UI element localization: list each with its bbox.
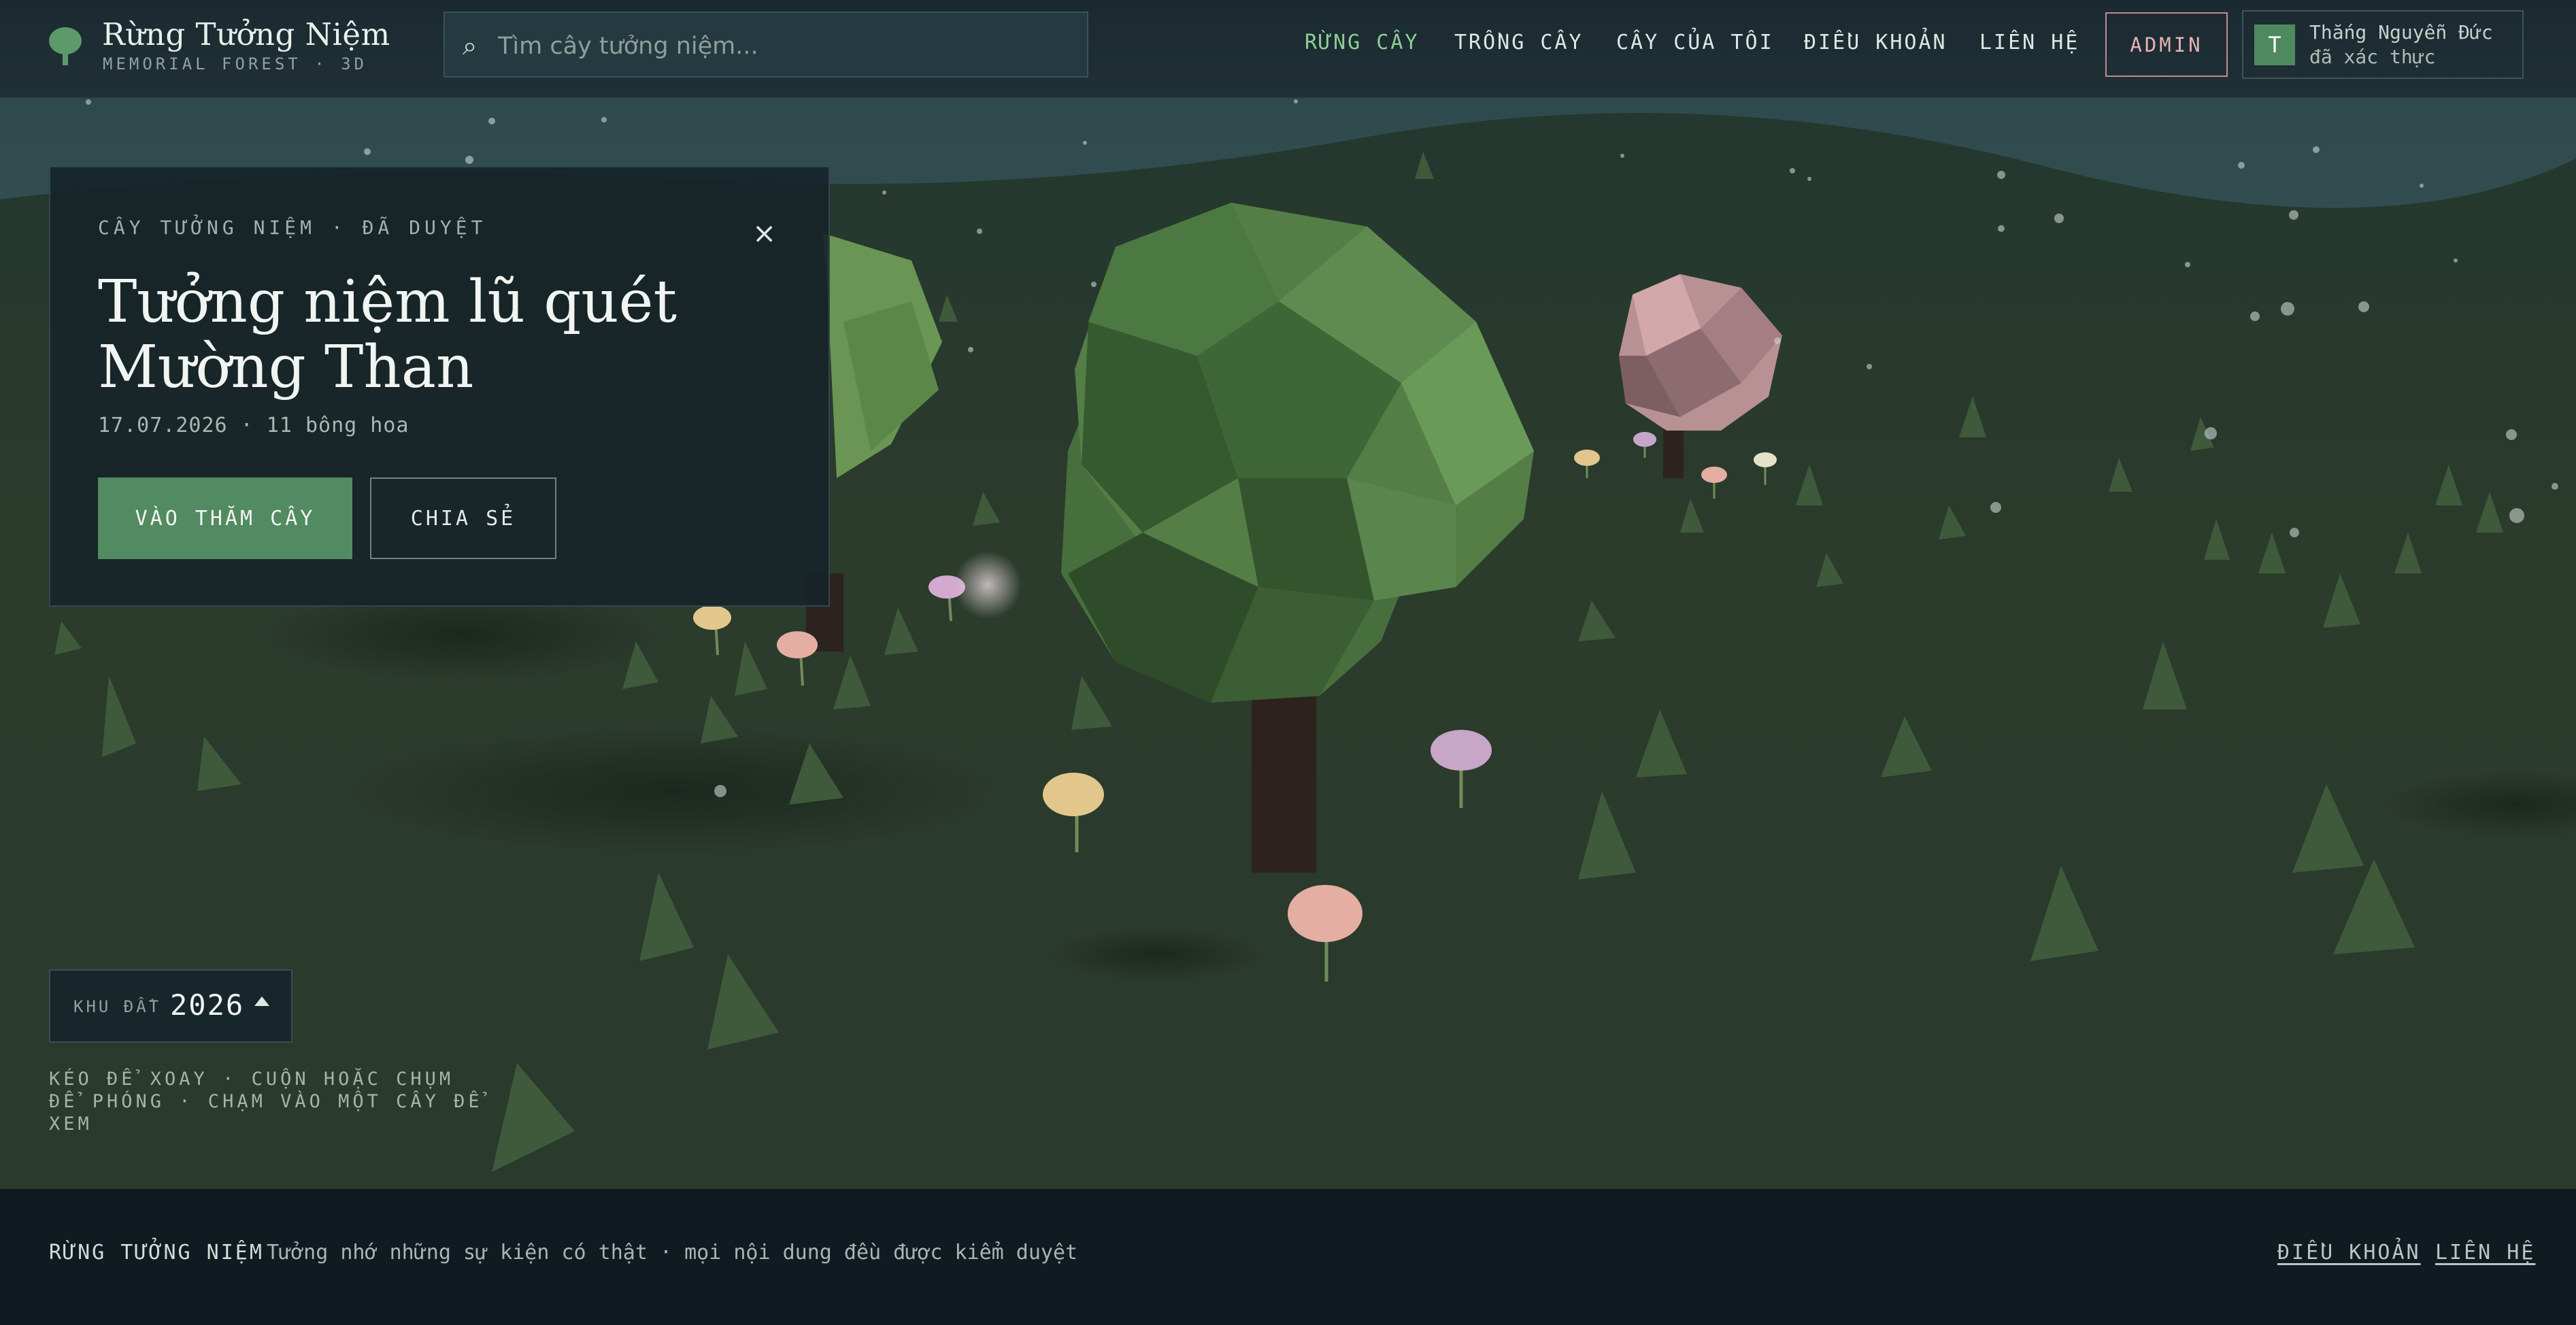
plot-label: KHU ĐẤT [73, 997, 162, 1016]
nav-plant-tree[interactable]: TRỒNG CÂY [1454, 31, 1584, 54]
top-bar: Rừng Tưởng Niệm MEMORIAL FOREST · 3D ⌕ R… [0, 0, 2576, 99]
admin-button[interactable]: ADMIN [2105, 12, 2228, 77]
plot-year-selector[interactable]: KHU ĐẤT 2026 [49, 969, 292, 1043]
tree-logo-icon[interactable] [48, 26, 83, 67]
tree-title-line-2: Mường Than [98, 333, 474, 401]
user-menu[interactable]: T Thắng Nguyễn Đức đã xác thực [2242, 10, 2524, 79]
footer-brand: RỪNG TƯỞNG NIỆM [49, 1241, 264, 1264]
plot-year: 2026 [170, 988, 245, 1022]
nav-contact[interactable]: LIÊN HỆ [1979, 31, 2079, 54]
avatar: T [2254, 24, 2295, 65]
nav-forest[interactable]: RỪNG CÂY [1305, 31, 1420, 54]
footer-note: Tưởng nhớ những sự kiện có thật · mọi nộ… [267, 1241, 1078, 1264]
share-button[interactable]: CHIA SẺ [370, 477, 556, 559]
visit-tree-button[interactable]: VÀO THĂM CÂY [98, 477, 352, 559]
tree-meta: 17.07.2026 · 11 bông hoa [98, 414, 409, 437]
search-box[interactable]: ⌕ [444, 12, 1088, 78]
app-subtitle: MEMORIAL FOREST · 3D [103, 54, 367, 73]
footer-link-contact[interactable]: LIÊN HỆ [2435, 1241, 2535, 1264]
controls-hint: KÉO ĐỂ XOAY · CUỘN HOẶC CHỤM ĐỂ PHÓNG · … [49, 1069, 483, 1135]
nav-my-trees[interactable]: CÂY CỦA TÔI [1616, 31, 1774, 54]
close-icon[interactable]: × [752, 216, 776, 250]
tree-title-line-1: Tưởng niệm lũ quét [98, 268, 678, 336]
app-title[interactable]: Rừng Tưởng Niệm [102, 16, 390, 52]
caret-up-icon[interactable] [254, 996, 269, 1006]
user-status: đã xác thực [2309, 46, 2436, 68]
tree-title: Tưởng niệm lũ quét Mường Than [98, 269, 778, 400]
footer-link-terms[interactable]: ĐIỀU KHOẢN [2277, 1241, 2421, 1264]
tree-status-label: CÂY TƯỞNG NIỆM · ĐÃ DUYỆT [98, 216, 487, 239]
search-input[interactable] [497, 27, 1057, 65]
footer: RỪNG TƯỞNG NIỆM Tưởng nhớ những sự kiện … [0, 1189, 2576, 1325]
tree-info-panel: CÂY TƯỞNG NIỆM · ĐÃ DUYỆT × Tưởng niệm l… [49, 166, 830, 607]
user-name: Thắng Nguyễn Đức [2309, 21, 2493, 44]
nav-terms[interactable]: ĐIỀU KHOẢN [1804, 31, 1947, 54]
search-icon: ⌕ [463, 31, 478, 61]
